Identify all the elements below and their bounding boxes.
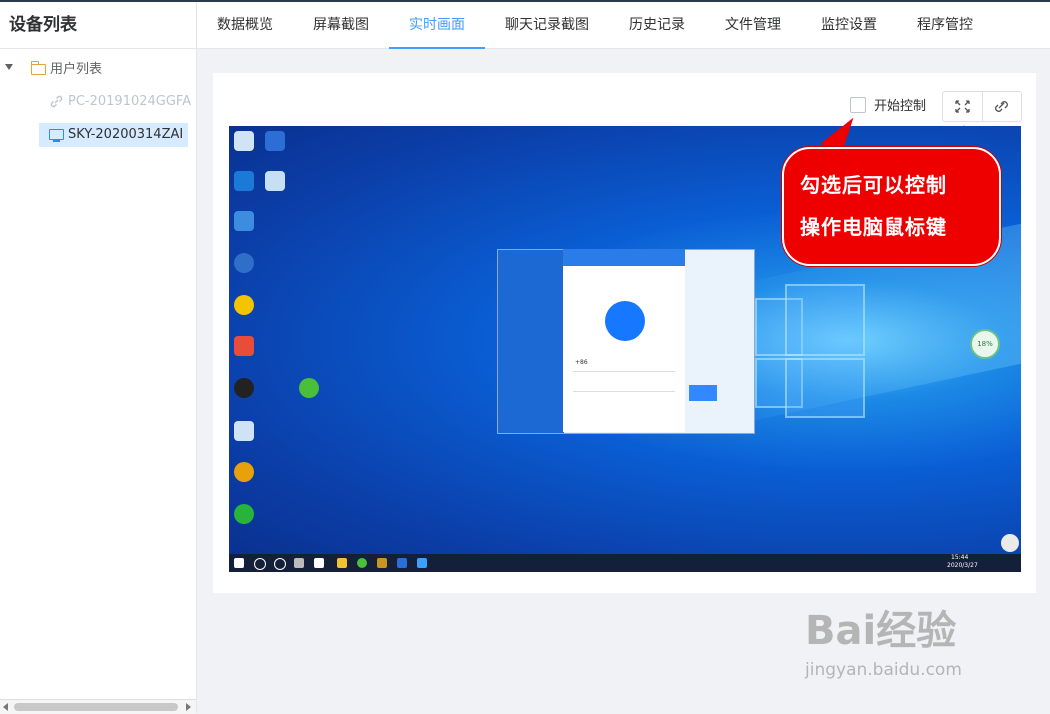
phone-prefix: +86 xyxy=(575,359,588,366)
tree-node-label: 用户列表 xyxy=(50,62,103,77)
device-label: PC-20191024GGFA xyxy=(68,94,192,109)
tab-file-management[interactable]: 文件管理 xyxy=(705,2,801,48)
sidebar-title: 设备列表 xyxy=(0,2,196,49)
tab-chat-screenshots[interactable]: 聊天记录截图 xyxy=(485,2,609,48)
tree-node-device-pc[interactable]: PC-20191024GGFA xyxy=(0,90,196,114)
desktop-shortcut-icon[interactable] xyxy=(265,171,285,191)
remote-taskbar: 15:44 2020/3/27 xyxy=(229,554,1021,572)
sogou-browser-icon[interactable] xyxy=(234,253,254,273)
caret-down-icon[interactable] xyxy=(5,64,13,70)
explorer-icon[interactable] xyxy=(337,558,347,568)
wechat-taskbar-icon[interactable] xyxy=(377,558,387,568)
recycle-bin-icon[interactable] xyxy=(234,131,254,151)
qq-icon[interactable] xyxy=(234,378,254,398)
scroll-right-icon[interactable] xyxy=(186,703,191,711)
taskbar-date: 2020/3/27 xyxy=(947,562,978,569)
wallpaper-window-pane xyxy=(785,284,865,356)
annotation-callout: 勾选后可以控制 操作电脑鼠标键 xyxy=(782,147,1001,266)
software-manager-icon[interactable] xyxy=(234,336,254,356)
sidebar-horizontal-scrollbar[interactable] xyxy=(0,699,196,714)
fullscreen-button[interactable] xyxy=(943,92,983,121)
tab-program-control[interactable]: 程序管控 xyxy=(897,2,993,48)
browser-taskbar-icon[interactable] xyxy=(357,558,367,568)
monitor-icon xyxy=(49,129,64,142)
wechat-icon[interactable] xyxy=(234,504,254,524)
tab-history[interactable]: 历史记录 xyxy=(609,2,705,48)
desktop-shortcut-icon[interactable] xyxy=(234,421,254,441)
baidu-watermark: Bai经验 jingyan.baidu.com xyxy=(805,598,962,680)
chrome-icon[interactable] xyxy=(234,462,254,482)
tab-bar: 数据概览 屏幕截图 实时画面 聊天记录截图 历史记录 文件管理 监控设置 程序管… xyxy=(197,2,1050,49)
floating-widget-icon[interactable] xyxy=(1001,534,1019,552)
edge-browser-icon[interactable] xyxy=(234,171,254,191)
callout-line-1: 勾选后可以控制 xyxy=(800,173,947,197)
wallpaper-window-pane xyxy=(785,358,865,418)
this-pc-icon[interactable] xyxy=(234,211,254,231)
browser-shortcut-icon[interactable] xyxy=(299,378,319,398)
unlink-icon xyxy=(995,101,1008,112)
login-password-field[interactable] xyxy=(573,391,675,392)
device-label: SKY-20200314ZAI xyxy=(68,127,184,142)
tab-monitor-settings[interactable]: 监控设置 xyxy=(801,2,897,48)
app-taskbar-icon[interactable] xyxy=(397,558,407,568)
remote-login-dialog[interactable]: +86 xyxy=(563,249,685,432)
cortana-icon[interactable] xyxy=(274,558,286,570)
folder-icon xyxy=(30,61,46,75)
remote-login-button[interactable] xyxy=(689,385,717,401)
tab-live-view[interactable]: 实时画面 xyxy=(389,2,485,49)
tab-data-overview[interactable]: 数据概览 xyxy=(197,2,293,48)
scroll-thumb[interactable] xyxy=(14,703,178,711)
view-button-group xyxy=(942,91,1022,122)
start-icon[interactable] xyxy=(234,558,244,568)
link-broken-icon xyxy=(50,95,63,108)
scroll-left-icon[interactable] xyxy=(3,703,8,711)
login-phone-field[interactable] xyxy=(573,371,675,372)
monitor-badge[interactable]: 18% xyxy=(970,329,1000,359)
watermark-url: jingyan.baidu.com xyxy=(805,660,962,680)
dingtalk-logo-icon xyxy=(605,301,645,341)
device-sidebar: 设备列表 用户列表 PC-20191024GGFA SKY-20200314ZA… xyxy=(0,2,197,714)
login-titlebar xyxy=(563,249,685,266)
start-control-label[interactable]: 开始控制 xyxy=(874,95,926,114)
store-icon[interactable] xyxy=(314,558,324,568)
dingtalk-taskbar-icon[interactable] xyxy=(417,558,427,568)
fullscreen-icon xyxy=(955,100,970,113)
desktop-app-icon[interactable] xyxy=(265,131,285,151)
app-branding-panel xyxy=(498,250,564,433)
security-app-icon[interactable] xyxy=(234,295,254,315)
start-control-checkbox[interactable] xyxy=(850,97,866,113)
task-view-icon[interactable] xyxy=(294,558,304,568)
disconnect-button[interactable] xyxy=(982,92,1021,121)
tab-screenshots[interactable]: 屏幕截图 xyxy=(293,2,389,48)
tree-node-user-list[interactable]: 用户列表 xyxy=(0,58,196,82)
search-icon[interactable] xyxy=(254,558,266,570)
callout-line-2: 操作电脑鼠标键 xyxy=(800,215,947,239)
watermark-brand: Bai经验 xyxy=(805,608,957,654)
taskbar-time: 15:44 xyxy=(951,554,969,561)
tree-node-device-sky[interactable]: SKY-20200314ZAI xyxy=(39,123,188,147)
